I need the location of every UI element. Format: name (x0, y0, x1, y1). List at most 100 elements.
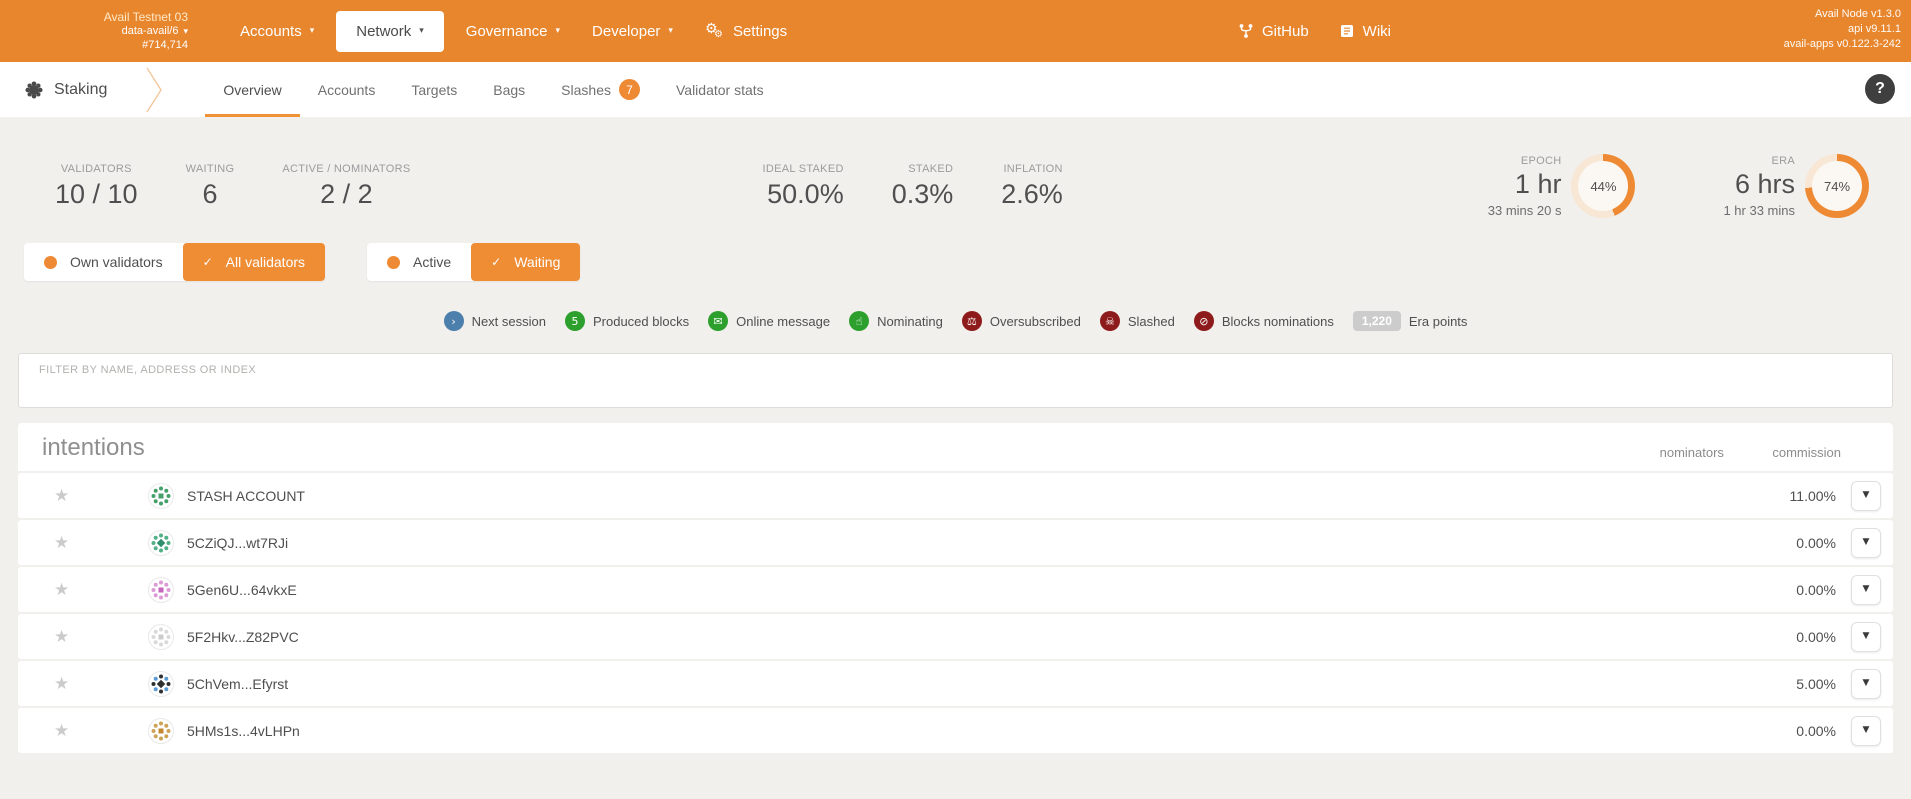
app-title: Staking (24, 62, 107, 117)
github-link[interactable]: GitHub (1238, 23, 1309, 40)
identicon (148, 624, 174, 650)
top-header: Avail Testnet 03 data-avail/6▾ #714,714 … (0, 0, 1911, 62)
legend-era-points: 1,220 Era points (1353, 311, 1468, 331)
validator-row[interactable]: ★ 5HMs1s...4vLHPn 0.00% ▼ (18, 708, 1893, 753)
filter-input[interactable] (18, 353, 1893, 408)
chevron-down-icon: ▾ (556, 26, 561, 36)
envelope-icon: ✉ (708, 311, 728, 331)
nav-accounts[interactable]: Accounts▾ (224, 13, 330, 50)
validator-name: 5CZiQJ...wt7RJi (187, 535, 288, 551)
commission-value: 5.00% (1796, 676, 1836, 692)
legend-next-session: › Next session (444, 311, 546, 331)
summary-section: VALIDATORS 10 / 10 WAITING 6 ACTIVE / NO… (0, 117, 1911, 225)
filter-section (18, 353, 1893, 408)
validator-name: 5ChVem...Efyrst (187, 676, 288, 692)
status-legend: › Next session 5 Produced blocks ✉ Onlin… (0, 311, 1911, 331)
scales-icon: ⚖ (962, 311, 982, 331)
column-nominators: nominators (1660, 445, 1724, 460)
nav-governance-label: Governance (466, 23, 548, 40)
expand-row-button[interactable]: ▼ (1851, 481, 1881, 511)
era-value: 6 hrs (1723, 169, 1795, 200)
commission-value: 0.00% (1796, 723, 1836, 739)
nav-accounts-label: Accounts (240, 23, 302, 40)
help-button[interactable]: ? (1865, 74, 1895, 104)
nav-network[interactable]: Network▾ (336, 11, 444, 52)
blocked-icon: ⊘ (1194, 311, 1214, 331)
tab-bar: Staking Overview Accounts Targets Bags S… (0, 62, 1911, 117)
app-title-label: Staking (54, 81, 107, 99)
nav-developer-label: Developer (592, 23, 660, 40)
expand-row-button[interactable]: ▼ (1851, 575, 1881, 605)
validator-row[interactable]: ★ 5Gen6U...64vkxE 0.00% ▼ (18, 567, 1893, 612)
nav-developer[interactable]: Developer▾ (576, 13, 689, 50)
validator-row[interactable]: ★ 5CZiQJ...wt7RJi 0.00% ▼ (18, 520, 1893, 565)
epoch-timer: EPOCH 1 hr 33 mins 20 s 44% (1488, 154, 1636, 218)
validator-name: STASH ACCOUNT (187, 488, 305, 504)
caret-down-icon: ▼ (1863, 538, 1870, 547)
commission-value: 0.00% (1796, 629, 1836, 645)
validator-row[interactable]: ★ STASH ACCOUNT 11.00% ▼ (18, 473, 1893, 518)
legend-label: Era points (1409, 314, 1468, 329)
favorite-star-icon[interactable]: ★ (54, 721, 76, 741)
toggle-active[interactable]: Active (367, 243, 471, 281)
wiki-link[interactable]: Wiki (1339, 23, 1391, 40)
epoch-value: 1 hr (1488, 169, 1562, 200)
column-commission: commission (1772, 445, 1841, 460)
version-info: Avail Node v1.3.0 api v9.11.1 avail-apps… (1784, 7, 1901, 52)
toggle-label: All validators (226, 254, 305, 270)
favorite-star-icon[interactable]: ★ (54, 580, 76, 600)
tab-targets-label: Targets (411, 82, 457, 98)
validator-row[interactable]: ★ 5ChVem...Efyrst 5.00% ▼ (18, 661, 1893, 706)
tab-overview[interactable]: Overview (205, 62, 299, 117)
stat-value: 2 / 2 (282, 179, 410, 210)
tab-targets[interactable]: Targets (393, 62, 475, 117)
favorite-star-icon[interactable]: ★ (54, 627, 76, 647)
caret-down-icon: ▼ (1863, 726, 1870, 735)
legend-label: Produced blocks (593, 314, 689, 329)
tab-accounts[interactable]: Accounts (300, 62, 394, 117)
epoch-label: EPOCH (1488, 155, 1562, 167)
gears-icon: ⚙⚙ (705, 22, 725, 40)
legend-blocks-nominations: ⊘ Blocks nominations (1194, 311, 1334, 331)
skull-icon: ☠ (1100, 311, 1120, 331)
tab-bags[interactable]: Bags (475, 62, 543, 117)
radio-dot-icon (44, 256, 57, 269)
toggle-waiting[interactable]: ✓ Waiting (471, 243, 580, 281)
nav-settings[interactable]: ⚙⚙ Settings (689, 12, 803, 50)
legend-label: Online message (736, 314, 830, 329)
nav-governance[interactable]: Governance ▾ (450, 13, 576, 50)
expand-row-button[interactable]: ▼ (1851, 716, 1881, 746)
toggle-own-validators[interactable]: Own validators (24, 243, 183, 281)
expand-row-button[interactable]: ▼ (1851, 528, 1881, 558)
validator-row[interactable]: ★ 5F2Hkv...Z82PVC 0.00% ▼ (18, 614, 1893, 659)
check-icon: ✓ (491, 255, 501, 269)
favorite-star-icon[interactable]: ★ (54, 486, 76, 506)
stat-ideal-staked: IDEAL STAKED 50.0% (762, 163, 843, 210)
expand-row-button[interactable]: ▼ (1851, 669, 1881, 699)
identicon (148, 718, 174, 744)
era-remaining: 1 hr 33 mins (1723, 203, 1795, 218)
identicon (148, 671, 174, 697)
wiki-label: Wiki (1363, 23, 1391, 40)
era-progress-donut: 74% (1805, 154, 1869, 218)
legend-label: Oversubscribed (990, 314, 1081, 329)
chain-selector[interactable]: Avail Testnet 03 data-avail/6▾ #714,714 (38, 10, 188, 53)
stat-value: 50.0% (762, 179, 843, 210)
chain-endpoint[interactable]: data-avail/6▾ (38, 25, 188, 39)
legend-online-message: ✉ Online message (708, 311, 830, 331)
validators-status-toggle: Active ✓ Waiting (367, 243, 580, 281)
chevron-down-icon: ▾ (419, 26, 424, 36)
tab-slashes-label: Slashes (561, 82, 611, 98)
validator-stats-group: VALIDATORS 10 / 10 WAITING 6 ACTIVE / NO… (55, 163, 410, 210)
epoch-remaining: 33 mins 20 s (1488, 203, 1562, 218)
favorite-star-icon[interactable]: ★ (54, 674, 76, 694)
toggle-all-validators[interactable]: ✓ All validators (183, 243, 325, 281)
tab-bags-label: Bags (493, 82, 525, 98)
favorite-star-icon[interactable]: ★ (54, 533, 76, 553)
identicon (148, 483, 174, 509)
tab-slashes[interactable]: Slashes 7 (543, 62, 658, 117)
hand-icon: ☝ (849, 311, 869, 331)
tab-validator-stats[interactable]: Validator stats (658, 62, 782, 117)
tab-accounts-label: Accounts (318, 82, 376, 98)
expand-row-button[interactable]: ▼ (1851, 622, 1881, 652)
